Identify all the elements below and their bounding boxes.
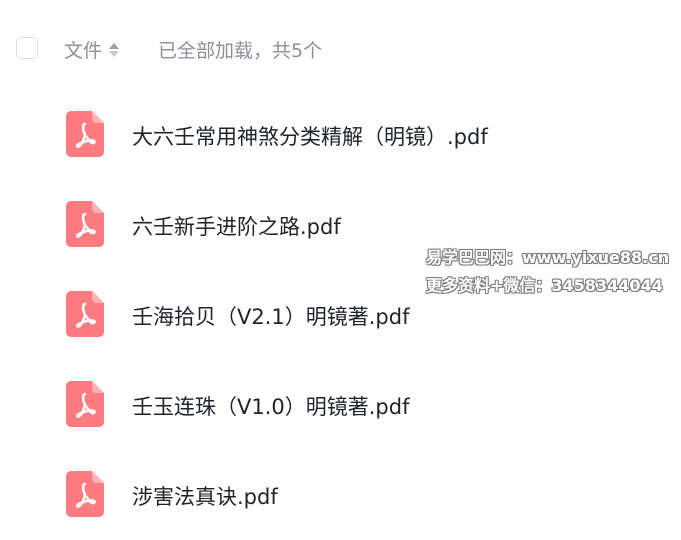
file-name[interactable]: 壬海拾贝（V2.1）明镜著.pdf — [132, 301, 410, 331]
loaded-status-text: 已全部加载，共5个 — [158, 40, 323, 62]
file-name[interactable]: 涉害法真诀.pdf — [132, 481, 278, 511]
pdf-icon — [66, 201, 104, 247]
sort-by-name-button[interactable]: 文件 — [64, 36, 120, 63]
pdf-icon — [66, 381, 104, 427]
file-name[interactable]: 壬玉连珠（V1.0）明镜著.pdf — [132, 391, 410, 421]
file-list: 大六壬常用神煞分类精解（明镜）.pdf 六壬新手进阶之路.pdf 壬海拾贝（V2… — [0, 88, 681, 538]
file-list-header: 文件 已全部加载，共5个 — [0, 26, 681, 72]
file-row[interactable]: 涉害法真诀.pdf — [0, 448, 681, 538]
pdf-icon — [66, 471, 104, 517]
file-name[interactable]: 六壬新手进阶之路.pdf — [132, 211, 341, 241]
sort-icon — [109, 41, 120, 59]
file-row[interactable]: 壬玉连珠（V1.0）明镜著.pdf — [0, 358, 681, 448]
pdf-icon — [66, 111, 104, 157]
pdf-icon — [66, 291, 104, 337]
file-row[interactable]: 壬海拾贝（V2.1）明镜著.pdf — [0, 268, 681, 358]
file-row[interactable]: 六壬新手进阶之路.pdf — [0, 178, 681, 268]
select-all-checkbox[interactable] — [16, 37, 38, 59]
file-row[interactable]: 大六壬常用神煞分类精解（明镜）.pdf — [0, 88, 681, 178]
column-name-label: 文件 — [64, 40, 103, 62]
file-name[interactable]: 大六壬常用神煞分类精解（明镜）.pdf — [132, 121, 488, 151]
